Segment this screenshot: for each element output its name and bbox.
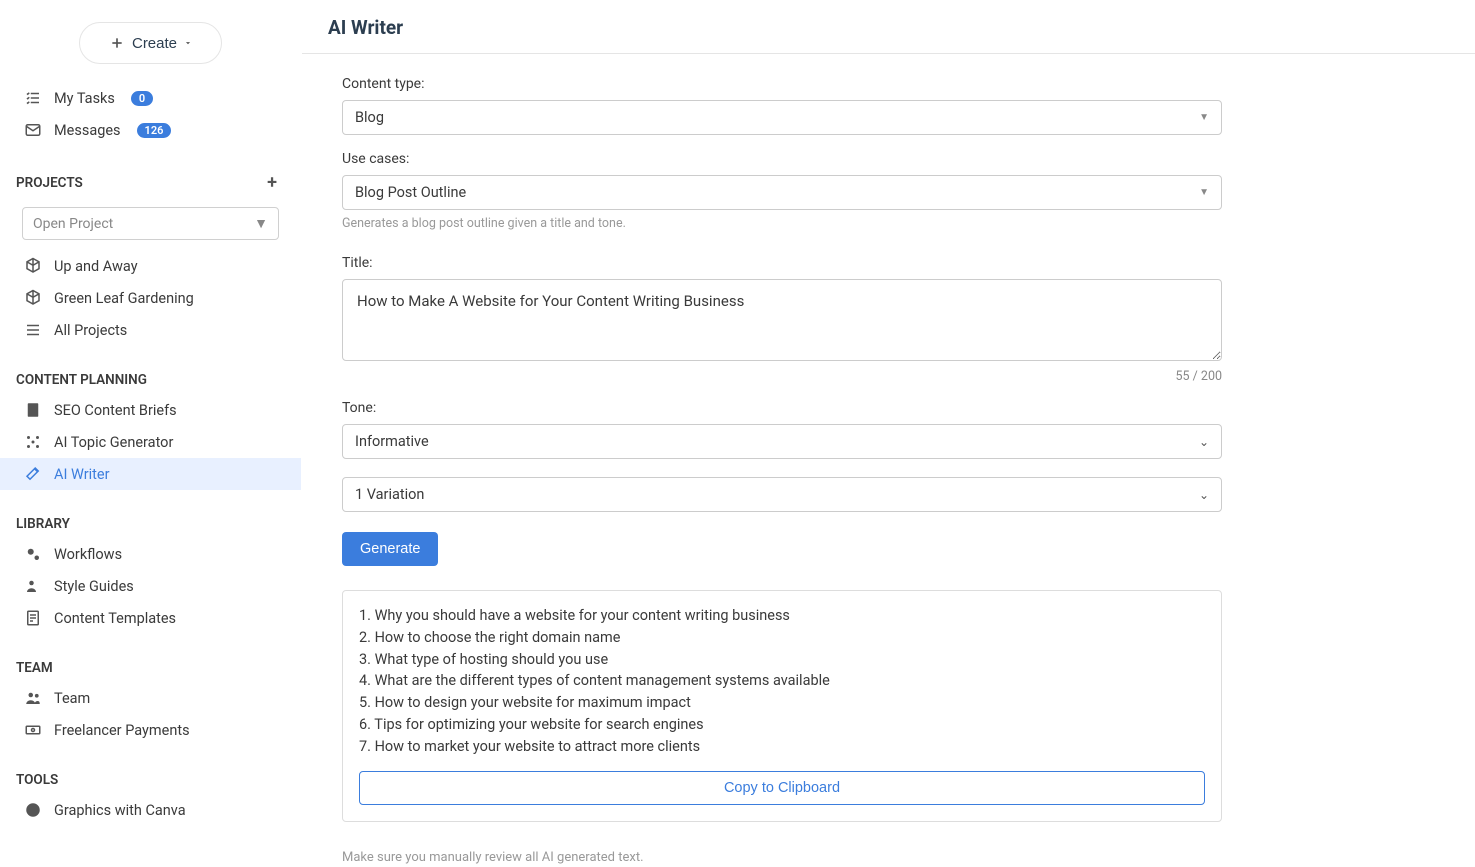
copy-to-clipboard-button[interactable]: Copy to Clipboard: [359, 771, 1205, 805]
sidebar-item-label: Up and Away: [54, 258, 138, 275]
sidebar-item-label: Messages: [54, 122, 121, 139]
sidebar-item-label: Graphics with Canva: [54, 802, 186, 819]
disclaimer-text: Make sure you manually review all AI gen…: [342, 850, 1222, 865]
sidebar-item-style-guides[interactable]: Style Guides: [0, 570, 301, 602]
canva-icon: [24, 801, 42, 819]
magic-wand-icon: [24, 465, 42, 483]
select-placeholder: Open Project: [33, 216, 113, 232]
plus-icon: [108, 34, 126, 52]
sidebar-item-label: All Projects: [54, 322, 127, 339]
section-title: TOOLS: [16, 772, 58, 788]
content-type-select[interactable]: Blog ▼: [342, 100, 1222, 135]
sidebar-item-project[interactable]: Up and Away: [0, 250, 301, 282]
chevron-down-icon: [183, 38, 193, 48]
sidebar-item-topic-generator[interactable]: AI Topic Generator: [0, 426, 301, 458]
sidebar-item-label: Content Templates: [54, 610, 176, 627]
tasks-icon: [24, 89, 42, 107]
chevron-down-icon: ⌄: [1199, 435, 1209, 449]
sidebar-item-label: Style Guides: [54, 578, 134, 595]
cube-icon: [24, 257, 42, 275]
list-icon: [24, 321, 42, 339]
chevron-down-icon: ▼: [1199, 112, 1209, 123]
use-cases-help: Generates a blog post outline given a ti…: [342, 216, 1222, 231]
sidebar-item-label: Green Leaf Gardening: [54, 290, 194, 307]
section-title: LIBRARY: [16, 516, 70, 532]
envelope-icon: [24, 121, 42, 139]
title-input[interactable]: [342, 279, 1222, 361]
library-header: LIBRARY: [0, 508, 301, 538]
sidebar-item-messages[interactable]: Messages 126: [0, 114, 301, 146]
select-value: 1 Variation: [355, 486, 424, 503]
messages-badge: 126: [137, 123, 172, 138]
document-icon: [24, 401, 42, 419]
sidebar-item-workflows[interactable]: Workflows: [0, 538, 301, 570]
users-icon: [24, 689, 42, 707]
cash-icon: [24, 721, 42, 739]
gears-icon: [24, 545, 42, 563]
section-title: PROJECTS: [16, 175, 83, 191]
section-title: CONTENT PLANNING: [16, 372, 147, 388]
chevron-down-icon: ▼: [1199, 187, 1209, 198]
output-line: 4. What are the different types of conte…: [359, 670, 1205, 692]
sidebar-item-content-templates[interactable]: Content Templates: [0, 602, 301, 634]
char-count: 55 / 200: [342, 369, 1222, 384]
select-value: Blog Post Outline: [355, 184, 466, 201]
sidebar-item-all-projects[interactable]: All Projects: [0, 314, 301, 346]
tone-select[interactable]: Informative ⌄: [342, 424, 1222, 459]
select-value: Informative: [355, 433, 429, 450]
section-title: TEAM: [16, 660, 53, 676]
content-planning-header: CONTENT PLANNING: [0, 364, 301, 394]
add-project-icon[interactable]: +: [267, 172, 277, 193]
projects-header: PROJECTS +: [0, 164, 301, 199]
output-line: 3. What type of hosting should you use: [359, 649, 1205, 671]
sidebar-item-seo-briefs[interactable]: SEO Content Briefs: [0, 394, 301, 426]
output-line: 1. Why you should have a website for you…: [359, 605, 1205, 627]
title-label: Title:: [342, 255, 1222, 271]
variation-select[interactable]: 1 Variation ⌄: [342, 477, 1222, 512]
sparkle-icon: [24, 433, 42, 451]
sidebar-item-label: Team: [54, 690, 90, 707]
use-cases-select[interactable]: Blog Post Outline ▼: [342, 175, 1222, 210]
main-content: AI Writer Content type: Blog ▼ Use cases…: [302, 0, 1475, 867]
use-cases-label: Use cases:: [342, 151, 1222, 167]
cube-icon: [24, 289, 42, 307]
create-button[interactable]: Create: [79, 22, 222, 64]
chevron-down-icon: ⌄: [1199, 488, 1209, 502]
output-line: 2. How to choose the right domain name: [359, 627, 1205, 649]
user-edit-icon: [24, 577, 42, 595]
tools-header: TOOLS: [0, 764, 301, 794]
tasks-badge: 0: [131, 91, 153, 106]
open-project-select[interactable]: Open Project ▼: [22, 207, 279, 240]
sidebar-item-team[interactable]: Team: [0, 682, 301, 714]
sidebar-item-label: Workflows: [54, 546, 122, 563]
sidebar-item-label: AI Writer: [54, 466, 110, 483]
sidebar-item-my-tasks[interactable]: My Tasks 0: [0, 82, 301, 114]
form-area: Content type: Blog ▼ Use cases: Blog Pos…: [302, 54, 1262, 867]
create-label: Create: [132, 35, 177, 52]
sidebar-item-label: AI Topic Generator: [54, 434, 173, 451]
sidebar: Create My Tasks 0 Messages 126 PROJECTS …: [0, 0, 302, 867]
sidebar-item-freelancer-payments[interactable]: Freelancer Payments: [0, 714, 301, 746]
team-header: TEAM: [0, 652, 301, 682]
sidebar-item-project[interactable]: Green Leaf Gardening: [0, 282, 301, 314]
output-line: 6. Tips for optimizing your website for …: [359, 714, 1205, 736]
page-title: AI Writer: [302, 0, 1475, 54]
file-lines-icon: [24, 609, 42, 627]
content-type-label: Content type:: [342, 76, 1222, 92]
sidebar-item-canva[interactable]: Graphics with Canva: [0, 794, 301, 826]
tone-label: Tone:: [342, 400, 1222, 416]
sidebar-item-label: Freelancer Payments: [54, 722, 190, 739]
sidebar-item-label: SEO Content Briefs: [54, 402, 177, 419]
output-line: 5. How to design your website for maximu…: [359, 692, 1205, 714]
sidebar-item-ai-writer[interactable]: AI Writer: [0, 458, 301, 490]
generate-button[interactable]: Generate: [342, 532, 438, 566]
sidebar-item-label: My Tasks: [54, 90, 115, 107]
select-value: Blog: [355, 109, 384, 126]
output-line: 7. How to market your website to attract…: [359, 736, 1205, 758]
chevron-down-icon: ▼: [254, 215, 268, 232]
output-box: 1. Why you should have a website for you…: [342, 590, 1222, 822]
